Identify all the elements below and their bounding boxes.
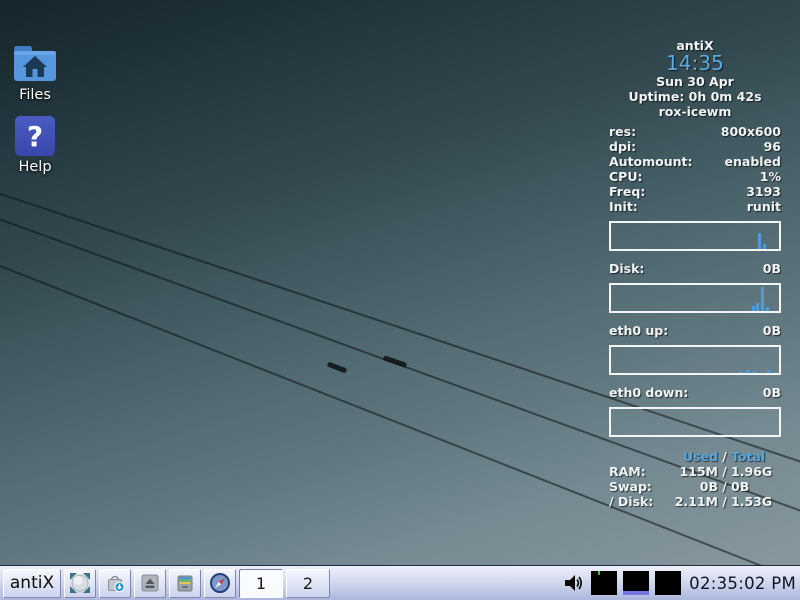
wire-splice (327, 362, 347, 374)
usage-header: Used / Total (609, 449, 781, 464)
file-cabinet-button[interactable] (169, 569, 201, 598)
conky-clock: 14:35 (609, 53, 781, 74)
usage-row-ram: RAM: 115M / 1.96G (609, 464, 781, 479)
graph-label: eth0 up: (609, 323, 668, 338)
workspace-button-2[interactable]: 2 (286, 569, 330, 598)
graph-value: 0B (763, 323, 781, 338)
drawer-icon (174, 572, 196, 594)
network-monitor-applet[interactable] (623, 571, 649, 595)
stat-value: 3193 (746, 184, 781, 199)
show-desktop-button[interactable] (64, 569, 96, 598)
package-installer-button[interactable] (99, 569, 131, 598)
stat-value: 1% (760, 169, 781, 184)
graph-value: 0B (763, 261, 781, 276)
stat-label: dpi: (609, 139, 636, 154)
web-browser-button[interactable] (204, 569, 236, 598)
usage-header-total: Total (731, 449, 781, 464)
desktop-icon-files[interactable]: Files (4, 44, 66, 103)
eth0-down-graph (609, 407, 781, 437)
usage-header-used: Used (660, 449, 718, 464)
stat-label: Init: (609, 199, 638, 214)
cpu-monitor-applet[interactable] (591, 571, 617, 595)
stat-row-res: res: 800x600 (609, 124, 781, 139)
disk-graph (609, 283, 781, 313)
memory-monitor-applet[interactable] (655, 571, 681, 595)
conky-session: rox-icewm (609, 104, 781, 119)
eth0-up-graph (609, 345, 781, 375)
graph-label: eth0 down: (609, 385, 688, 400)
graph-label: Disk: (609, 261, 644, 276)
eth0-up-graph-section: eth0 up: 0B (609, 323, 781, 375)
stat-row-freq: Freq: 3193 (609, 184, 781, 199)
network-activity-bar (623, 591, 649, 595)
desktop-icon-label: Files (19, 87, 51, 103)
folder-home-icon (13, 44, 57, 84)
desktop-wallpaper: Files ? Help antiX 14:35 Sun 30 Apr Upti… (0, 0, 800, 565)
volume-icon[interactable] (563, 573, 585, 593)
eject-icon (139, 572, 161, 594)
usage-row-root-disk: / Disk: 2.11M / 1.53G (609, 494, 781, 509)
system-tray: 02:35:02 PM (563, 571, 796, 595)
disk-graph-section: Disk: 0B (609, 261, 781, 313)
desktop-icon-label: Help (18, 159, 51, 175)
usage-row-swap: Swap: 0B / 0B (609, 479, 781, 494)
taskbar: antiX (0, 565, 800, 600)
wire-splice (383, 355, 407, 368)
globe-icon (69, 572, 91, 594)
stat-label: CPU: (609, 169, 642, 184)
eth0-down-graph-section: eth0 down: 0B (609, 385, 781, 437)
stat-row-init: Init: runit (609, 199, 781, 214)
desktop-icon-help[interactable]: ? Help (4, 116, 66, 175)
stat-label: Automount: (609, 154, 693, 169)
stat-label: Freq: (609, 184, 645, 199)
taskbar-clock[interactable]: 02:35:02 PM (689, 574, 796, 593)
conky-system-monitor: antiX 14:35 Sun 30 Apr Uptime: 0h 0m 42s… (609, 38, 781, 509)
workspace-button-1[interactable]: 1 (239, 569, 283, 598)
stat-label: res: (609, 124, 636, 139)
stat-row-automount: Automount: enabled (609, 154, 781, 169)
bag-download-icon (104, 572, 126, 594)
cpu-graph (609, 221, 781, 251)
mount-eject-button[interactable] (134, 569, 166, 598)
usage-table: Used / Total RAM: 115M / 1.96G Swap: 0B … (609, 449, 781, 509)
stat-value: enabled (725, 154, 781, 169)
conky-uptime: Uptime: 0h 0m 42s (609, 89, 781, 104)
conky-date: Sun 30 Apr (609, 74, 781, 89)
graph-value: 0B (763, 385, 781, 400)
conky-stats: res: 800x600 dpi: 96 Automount: enabled … (609, 124, 781, 214)
stat-value: 96 (764, 139, 781, 154)
start-menu-button[interactable]: antiX (3, 569, 61, 598)
stat-value: 800x600 (721, 124, 781, 139)
stat-row-cpu: CPU: 1% (609, 169, 781, 184)
cpu-activity-tick (598, 571, 600, 575)
compass-icon (209, 572, 231, 594)
stat-value: runit (747, 199, 781, 214)
question-mark-icon: ? (15, 116, 55, 156)
cpu-graph-section (609, 221, 781, 251)
stat-row-dpi: dpi: 96 (609, 139, 781, 154)
